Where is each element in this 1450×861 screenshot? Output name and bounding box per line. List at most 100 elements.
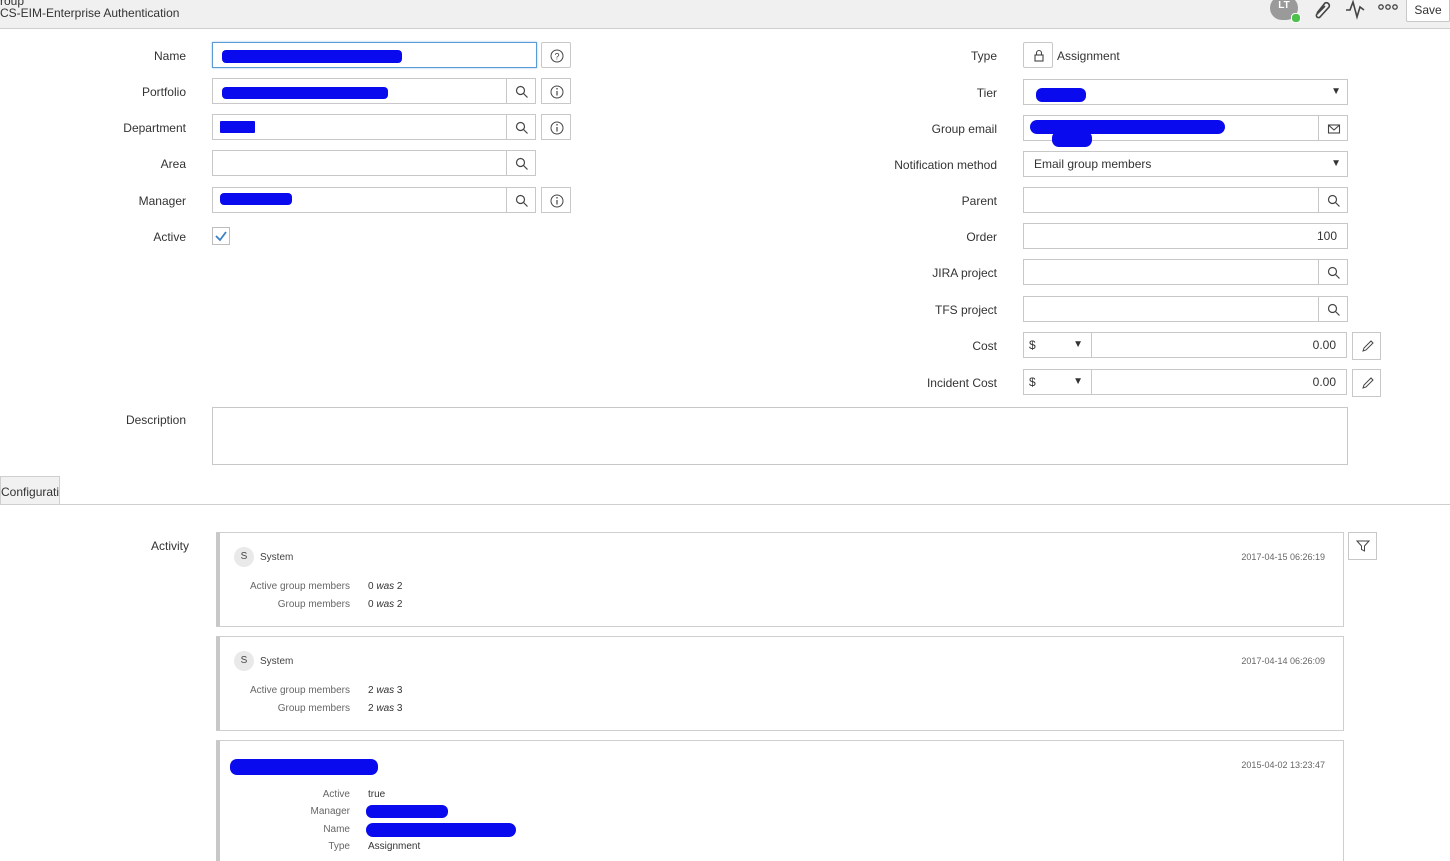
tfs-project-label: TFS project [934,303,997,317]
activity-entry: 2015-04-02 13:23:47 Active true Manager … [216,740,1344,861]
incident-cost-currency-select[interactable]: $ ▼ [1023,369,1092,395]
search-icon [515,85,528,98]
field-change-label: Active group members [249,685,350,696]
field-change-label: Active group members [249,581,350,592]
search-icon [1327,194,1340,207]
send-email-button[interactable] [1318,115,1348,141]
notification-method-select[interactable]: Email group members ▼ [1023,151,1348,177]
presence-indicator [1291,13,1301,23]
parent-lookup-button[interactable] [1318,187,1348,213]
redaction-mark [220,121,255,133]
type-lock-button[interactable] [1023,42,1053,68]
notification-method-label: Notification method [894,158,997,172]
field-change-label: Name [323,824,350,835]
field-change-value: 0 was 2 [368,581,403,592]
header-record-title: CS-EIM-Enterprise Authentication [0,6,180,20]
description-textarea[interactable] [212,407,1348,465]
portfolio-label: Portfolio [141,85,186,99]
pencil-icon [1362,377,1374,389]
manager-info-button[interactable] [541,187,571,213]
search-icon [1327,303,1340,316]
name-label: Name [153,49,186,63]
field-change-value: 2 was 3 [368,703,403,714]
tfs-project-lookup-button[interactable] [1318,296,1348,322]
cost-edit-button[interactable] [1352,332,1381,360]
order-label: Order [966,230,997,244]
field-change-value: 0 was 2 [368,599,403,610]
active-checkbox[interactable] [212,227,230,245]
department-info-button[interactable] [541,114,571,140]
parent-field[interactable] [1023,187,1319,213]
area-label: Area [160,157,186,171]
lock-icon [1034,49,1044,62]
activity-entry: S System 2017-04-14 06:26:09 Active grou… [216,636,1344,731]
jira-project-lookup-button[interactable] [1318,259,1348,285]
tab-configuration[interactable]: Configuration [0,476,60,504]
search-icon [515,157,528,170]
field-change-label: Group members [277,599,350,610]
svg-text:?: ? [554,52,559,62]
redaction-mark [366,805,448,818]
search-icon [515,194,528,207]
field-change-label: Group members [277,703,350,714]
activity-label: Activity [150,539,189,553]
activity-timestamp: 2015-04-02 13:23:47 [1241,760,1325,770]
parent-label: Parent [961,194,997,208]
tfs-project-field[interactable] [1023,296,1319,322]
activity-user: System [260,656,294,667]
jira-project-field[interactable] [1023,259,1319,285]
paperclip-icon[interactable] [1311,0,1333,20]
department-field[interactable] [212,114,507,140]
user-badge: S [234,547,254,567]
cost-label: Cost [972,339,997,353]
activity-filter-button[interactable] [1348,532,1377,560]
redaction-mark [220,193,292,205]
field-change-label: Active [322,789,350,800]
save-button[interactable]: Save [1406,0,1450,22]
field-change-value: 2 was 3 [368,685,403,696]
field-change-label: Manager [310,806,350,817]
tier-label: Tier [976,86,997,100]
field-change-value: true [368,789,386,800]
jira-project-label: JIRA project [932,266,997,280]
cost-amount-field[interactable]: 0.00 [1091,332,1347,358]
user-badge: S [234,651,254,671]
activity-pulse-icon[interactable] [1344,0,1366,20]
tab-configuration-label: Configuration [1,485,60,499]
field-change-label: Type [328,841,350,852]
redaction-mark [222,50,402,63]
info-icon [550,85,564,99]
dropdown-arrow-icon: ▼ [1073,376,1083,387]
portfolio-lookup-button[interactable] [506,78,536,104]
activity-entry: S System 2017-04-15 06:26:19 Active grou… [216,532,1344,627]
redaction-mark [1052,131,1092,147]
info-icon [550,121,564,135]
area-field[interactable] [212,150,507,176]
search-icon [1327,266,1340,279]
tab-divider [0,504,1450,505]
info-icon [550,194,564,208]
portfolio-info-button[interactable] [541,78,571,104]
notification-method-value: Email group members [1034,157,1152,171]
help-button[interactable]: ? [541,42,571,68]
cost-currency-select[interactable]: $ ▼ [1023,332,1092,358]
manager-lookup-button[interactable] [506,187,536,213]
incident-cost-amount-field[interactable]: 0.00 [1091,369,1347,395]
activity-user: System [260,552,294,563]
more-options-icon[interactable] [1377,0,1399,20]
incident-cost-edit-button[interactable] [1352,369,1381,397]
cost-currency-value: $ [1029,338,1036,352]
type-label: Type [970,49,997,63]
redaction-mark [1036,88,1086,102]
department-lookup-button[interactable] [506,114,536,140]
order-field[interactable]: 100 [1023,223,1348,249]
redaction-mark [366,823,516,837]
filter-icon [1356,540,1370,552]
checkmark-icon [215,231,227,242]
incident-cost-label: Incident Cost [926,376,997,390]
redaction-mark [222,87,388,99]
group-email-label: Group email [931,122,997,136]
area-lookup-button[interactable] [506,150,536,176]
active-label: Active [153,230,186,244]
incident-cost-currency-value: $ [1029,375,1036,389]
